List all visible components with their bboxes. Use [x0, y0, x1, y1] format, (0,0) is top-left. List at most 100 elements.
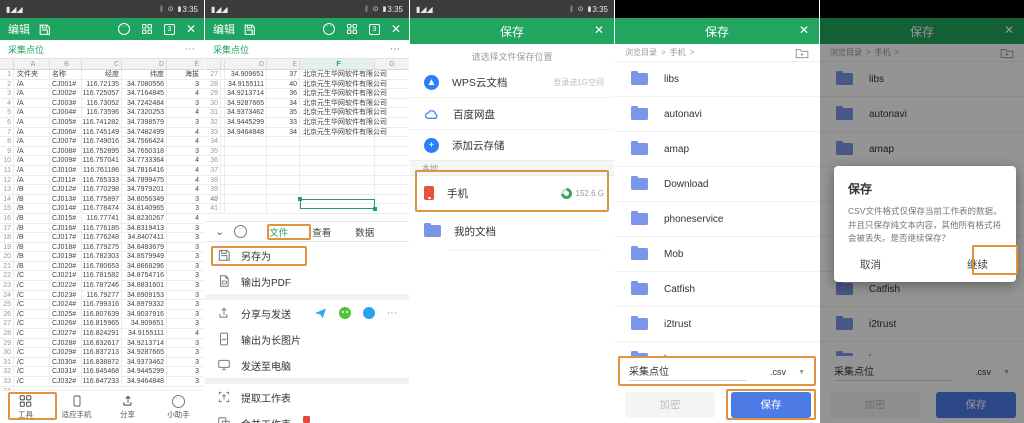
sheet-row[interactable]: 13 /B CJ012# 116.770298 34.7979201 4 — [0, 185, 204, 195]
sheet-row[interactable]: 5 /A CJ004# 116.73596 34.7320253 4 — [0, 108, 204, 118]
share-button[interactable]: 分享 — [102, 391, 153, 423]
sheet-row[interactable]: 3 /A CJ002# 116.725057 34.7164845 4 — [0, 89, 204, 99]
menu-export-long-image[interactable]: 输出为长图片 — [205, 326, 409, 352]
sheet-row[interactable]: 11 /A CJ010# 116.761186 34.7816416 4 — [0, 166, 204, 176]
sheet-row[interactable]: 30 /C CJ029# 116.837213 34.9287665 3 — [0, 348, 204, 358]
sheet-row[interactable]: 30 34.9287665 34 北京元生华网软件有限公司 — [205, 99, 409, 109]
paper-plane-icon[interactable] — [314, 307, 327, 320]
sheet-row[interactable]: 33 /C CJ032# 116.847233 34.9464848 3 — [0, 377, 204, 387]
file-extension[interactable]: .csv — [770, 367, 786, 377]
sheet-row-empty[interactable]: 34 — [205, 137, 409, 147]
spreadsheet-grid[interactable]: A B C D E 1 文件夹 名称 经度 纬度 海拔 — [0, 59, 204, 390]
sheet-row[interactable]: 1 文件夹 名称 经度 纬度 海拔 — [0, 70, 204, 80]
sheet-row[interactable]: 20 /B CJ019# 116.782303 34.8579949 3 — [0, 252, 204, 262]
menu-export-pdf[interactable]: 输出为PDF — [205, 268, 409, 294]
sheet-row-empty[interactable]: 35 — [205, 147, 409, 157]
filename-input[interactable]: 采集点位 — [629, 363, 747, 381]
sheet-tab[interactable]: 采集点位 — [8, 43, 44, 56]
folder-row[interactable]: log — [615, 342, 819, 356]
folder-row[interactable]: Download — [615, 167, 819, 202]
sheet-tab[interactable]: 采集点位 — [213, 43, 249, 56]
collapse-chevron-icon[interactable]: ⌄ — [215, 225, 224, 238]
sheet-row[interactable]: 32 /C CJ031# 116.845468 34.9445299 3 — [0, 367, 204, 377]
edit-mode-label[interactable]: 编辑 — [213, 21, 235, 37]
window-count-button[interactable]: 3 — [369, 24, 380, 35]
sheet-row[interactable]: 2 /A CJ001# 116.72135 34.7080556 3 — [0, 80, 204, 90]
sheet-row[interactable]: 7 /A CJ006# 116.745149 34.7482499 4 — [0, 128, 204, 138]
sheet-more-button[interactable]: ⋯ — [390, 44, 401, 55]
sheet-row[interactable]: 8 /A CJ007# 116.749016 34.7566424 4 — [0, 137, 204, 147]
window-count-button[interactable]: 3 — [164, 24, 175, 35]
assistant-face-icon[interactable] — [234, 225, 247, 238]
my-documents-item[interactable]: 我的文档 — [410, 216, 614, 246]
sheet-row[interactable]: 17 /B CJ016# 116.776185 34.8319413 3 — [0, 224, 204, 234]
sheet-row[interactable]: 24 /C CJ023# 116.79277 34.8909153 3 — [0, 291, 204, 301]
new-folder-icon[interactable] — [795, 47, 809, 59]
wps-cloud-item[interactable]: ▲ WPS云文档 登录送1G空间 — [410, 68, 614, 98]
sheet-row[interactable]: 14 /B CJ013# 116.775897 34.8056349 3 — [0, 195, 204, 205]
folder-row[interactable]: i2trust — [615, 307, 819, 342]
folder-row[interactable]: libs — [615, 62, 819, 97]
wechat-icon[interactable] — [339, 307, 351, 319]
sheet-row[interactable]: 16 /B CJ015# 116.77741 34.8230267 4 — [0, 214, 204, 224]
close-icon[interactable]: ✕ — [391, 23, 401, 35]
sheet-row[interactable]: 26 /C CJ025# 116.807639 34.9037916 3 — [0, 310, 204, 320]
continue-button[interactable]: 继续 — [967, 257, 988, 272]
sheet-row[interactable]: 29 /C CJ028# 116.832617 34.9213714 3 — [0, 339, 204, 349]
sheet-row[interactable]: 6 /A CJ005# 116.741282 34.7398579 3 — [0, 118, 204, 128]
sheet-row-empty[interactable]: 37 — [205, 166, 409, 176]
sheet-row[interactable]: 9 /A CJ008# 116.752895 34.7650318 3 — [0, 147, 204, 157]
save-icon[interactable] — [38, 23, 51, 36]
sheet-more-button[interactable]: ⋯ — [185, 44, 196, 55]
baidu-netdisk-item[interactable]: 百度网盘 — [410, 100, 614, 130]
menu-merge-sheet[interactable]: 合并工作表 — [205, 410, 409, 423]
sheet-row[interactable]: 33 34.9464848 34 北京元生华网软件有限公司 — [205, 128, 409, 138]
folder-row[interactable]: Mob — [615, 237, 819, 272]
helper-button[interactable]: 小助手 — [153, 391, 204, 423]
encrypt-button[interactable]: 加密 — [625, 392, 715, 418]
spreadsheet-grid[interactable]: D E F G 27 34.909651 37 北京元生华网软件有限公司 — [205, 59, 409, 221]
sheet-row-empty[interactable]: 38 — [205, 176, 409, 186]
add-cloud-item[interactable]: + 添加云存储 — [410, 130, 614, 160]
close-icon[interactable]: ✕ — [186, 23, 196, 35]
sheet-row[interactable]: 29 34.9213714 36 北京元生华网软件有限公司 — [205, 89, 409, 99]
sheet-row-empty[interactable]: 36 — [205, 156, 409, 166]
cell-selection-F40[interactable] — [300, 199, 375, 209]
sheet-row[interactable]: 31 /C CJ030# 116.838872 34.9373462 3 — [0, 358, 204, 368]
fit-phone-button[interactable]: 适应手机 — [51, 391, 102, 423]
sheet-row[interactable]: 23 /C CJ022# 116.787246 34.8831601 3 — [0, 281, 204, 291]
tools-button[interactable]: 工具 — [0, 391, 51, 423]
edit-mode-label[interactable]: 编辑 — [8, 21, 30, 37]
close-icon[interactable]: ✕ — [799, 24, 809, 36]
extension-dropdown-icon[interactable]: ▼ — [798, 369, 805, 376]
cancel-button[interactable]: 取消 — [860, 257, 881, 272]
folder-row[interactable]: Catfish — [615, 272, 819, 307]
tab-file[interactable]: 文件 — [269, 225, 288, 239]
phone-storage-item[interactable]: 手机 152.6 G — [410, 178, 614, 208]
sheet-row[interactable]: 21 /B CJ020# 116.780653 34.8668296 3 — [0, 262, 204, 272]
apps-grid-icon[interactable] — [346, 23, 358, 35]
qq-icon[interactable] — [363, 307, 375, 319]
menu-share-send[interactable]: 分享与发送 ⋯ — [205, 300, 409, 326]
sheet-row[interactable]: 4 /A CJ003# 116.73052 34.7242484 3 — [0, 99, 204, 109]
menu-send-to-pc[interactable]: 发送至电脑 — [205, 352, 409, 378]
menu-extract-sheet[interactable]: 提取工作表 — [205, 384, 409, 410]
assistant-icon[interactable] — [323, 23, 335, 35]
sheet-row[interactable]: 18 /B CJ017# 116.776248 34.8407411 3 — [0, 233, 204, 243]
folder-row[interactable]: autonavi — [615, 97, 819, 132]
sheet-row[interactable]: 15 /B CJ014# 116.778474 34.8140965 3 — [0, 204, 204, 214]
sheet-row[interactable]: 28 34.9155111 40 北京元生华网软件有限公司 — [205, 80, 409, 90]
more-share-icon[interactable]: ⋯ — [387, 308, 397, 319]
sheet-row[interactable]: 27 34.909651 37 北京元生华网软件有限公司 — [205, 70, 409, 80]
sheet-row[interactable]: 27 /C CJ026# 116.815965 34.909651 3 — [0, 319, 204, 329]
sheet-row[interactable]: 28 /C CJ027# 116.824291 34.9155111 4 — [0, 329, 204, 339]
sheet-row[interactable]: 32 34.9445299 33 北京元生华网软件有限公司 — [205, 118, 409, 128]
breadcrumb-current[interactable]: 手机 — [670, 47, 686, 58]
sheet-row[interactable]: 19 /B CJ018# 116.779275 34.8493679 3 — [0, 243, 204, 253]
breadcrumb-root[interactable]: 浏览目录 — [625, 47, 657, 58]
menu-save-as[interactable]: 另存为 — [205, 242, 409, 268]
close-icon[interactable]: ✕ — [594, 24, 604, 36]
apps-grid-icon[interactable] — [141, 23, 153, 35]
assistant-icon[interactable] — [118, 23, 130, 35]
tab-data[interactable]: 数据 — [355, 225, 374, 239]
